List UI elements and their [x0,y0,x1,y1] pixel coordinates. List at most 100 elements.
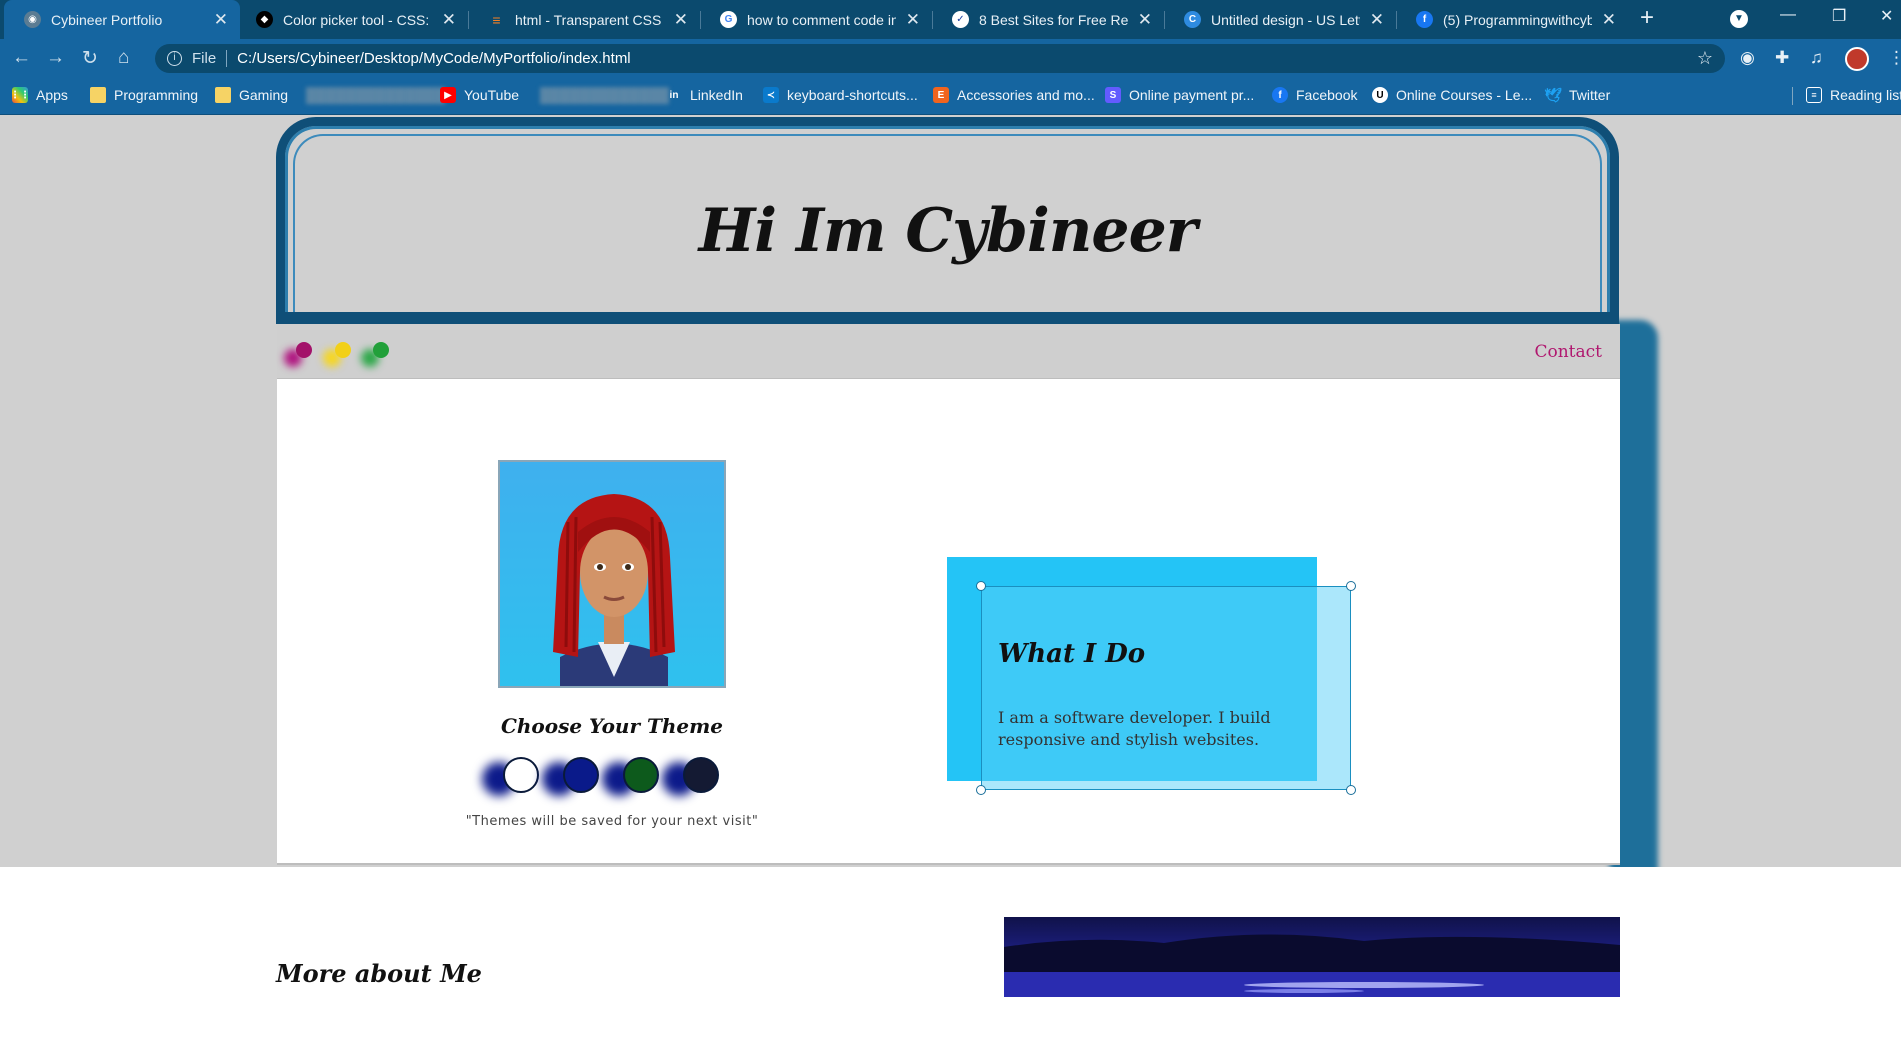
bookmark-online-courses[interactable]: U Online Courses - Le... [1372,87,1532,103]
address-url[interactable]: C:/Users/Cybineer/Desktop/MyCode/MyPortf… [237,50,630,67]
reading-list[interactable]: ≡ Reading list [1806,87,1901,103]
hero-header: Hi Im Cybineer [276,117,1619,334]
page-viewport: Hi Im Cybineer Contact Choose Your Theme… [0,115,1901,1042]
close-icon[interactable]: ✕ [442,10,456,30]
night-landscape-image [1004,917,1620,997]
vscode-icon: ≺ [763,87,779,103]
tab-title: Color picker tool - CSS: Ca [283,11,432,28]
hero-inner: Hi Im Cybineer [293,134,1602,334]
back-icon[interactable]: ← [12,47,31,69]
bookmark-apps[interactable]: ⋮⋮ Apps [10,87,68,103]
yellow-dot[interactable] [335,342,351,358]
close-icon[interactable]: ✕ [1602,10,1616,30]
tab-title: 8 Best Sites for Free Resum [979,11,1128,28]
tab-title: (5) Programmingwithcybin [1443,11,1592,28]
forward-icon[interactable]: → [46,47,65,69]
resize-handle[interactable] [1346,581,1356,591]
menu-icon[interactable]: ⋮ [1888,48,1901,68]
site-icon: ✓ [952,11,969,28]
theme-swatch-dark[interactable] [683,757,719,793]
bookmark-online-payment[interactable]: S Online payment pr... [1105,87,1254,103]
linkedin-icon: in [669,89,679,101]
folder-icon [90,87,106,103]
restore-button[interactable]: ❐ [1832,6,1846,26]
tab-transparent-css[interactable]: ≡ html - Transparent CSS bac ✕ [468,0,700,39]
puzzle-icon[interactable]: ✚ [1775,48,1789,68]
contact-link[interactable]: Contact [1534,342,1602,362]
bookmark-facebook[interactable]: f Facebook [1272,87,1357,103]
close-icon[interactable]: ✕ [906,10,920,30]
tab-title: how to comment code in c [747,11,896,28]
bookmark-gaming[interactable]: Gaming [215,87,288,103]
tab-resume-sites[interactable]: ✓ 8 Best Sites for Free Resum ✕ [932,0,1164,39]
theme-swatch-blue[interactable] [563,757,599,793]
etsy-icon: E [933,87,949,103]
facebook-icon: f [1416,11,1433,28]
bookmark-star-icon[interactable]: ☆ [1697,48,1713,69]
bookmark-keyboard-shortcuts[interactable]: ≺ keyboard-shortcuts... [763,87,918,103]
folder-icon [215,87,231,103]
address-bar[interactable]: i File C:/Users/Cybineer/Desktop/MyCode/… [155,44,1725,73]
udemy-icon: U [1372,87,1388,103]
green-dot[interactable] [373,342,389,358]
theme-note: "Themes will be saved for your next visi… [465,814,759,829]
avatar-illustration [553,494,675,686]
resize-handle[interactable] [976,785,986,795]
tab-cybineer-portfolio[interactable]: ◉ Cybineer Portfolio ✕ [4,0,240,39]
hero-bottom-bar [276,312,1619,324]
reload-icon[interactable]: ↻ [82,47,98,70]
globe-icon: ◉ [24,11,41,28]
bookmark-youtube[interactable]: ▶ YouTube [440,87,519,103]
apps-grid-icon: ⋮⋮ [10,87,30,103]
theme-heading: Choose Your Theme [500,714,724,738]
home-icon[interactable]: ⌂ [118,47,129,69]
theme-swatch-light[interactable] [503,757,539,793]
minimize-button[interactable]: — [1780,6,1796,24]
browser-toolbar: ← → ↻ ⌂ i File C:/Users/Cybineer/Desktop… [0,39,1901,78]
tab-facebook-programming[interactable]: f (5) Programmingwithcybin ✕ [1396,0,1628,39]
close-icon[interactable]: ✕ [674,10,688,30]
more-about-heading: More about Me [276,959,482,988]
stackoverflow-icon: ≡ [492,11,501,28]
bookmark-programming[interactable]: Programming [90,87,198,103]
intro-card: Choose Your Theme "Themes will be saved … [277,379,1620,865]
resize-handle[interactable] [976,581,986,591]
close-icon[interactable]: ✕ [214,10,228,30]
tab-untitled-design[interactable]: C Untitled design - US Letter ✕ [1164,0,1396,39]
tab-color-picker[interactable]: ◆ Color picker tool - CSS: Ca ✕ [236,0,468,39]
google-icon: G [720,11,737,28]
what-i-do-card[interactable]: What I Do I am a software developer. I b… [981,586,1351,790]
tab-strip: ◉ Cybineer Portfolio ✕ ◆ Color picker to… [0,0,1901,39]
hero-title: Hi Im Cybineer [698,196,1198,266]
site-navbar: Contact [277,324,1620,379]
canva-icon: C [1184,11,1201,28]
bookmark-hidden-2[interactable]: █████████████ [540,87,669,103]
landscape-illustration [1004,934,1620,997]
close-icon[interactable]: ✕ [1370,10,1384,30]
resize-handle[interactable] [1346,785,1356,795]
what-i-do-title: What I Do [998,639,1146,669]
tab-title: html - Transparent CSS bac [515,11,664,28]
theme-swatch-green[interactable] [623,757,659,793]
close-window-button[interactable]: ✕ [1880,6,1893,26]
bookmark-accessories[interactable]: E Accessories and mo... [933,87,1095,103]
info-icon[interactable]: i [167,51,182,66]
bookmark-twitter[interactable]: 🕊 Twitter [1544,86,1610,104]
tab-title: Cybineer Portfolio [51,11,163,28]
youtube-icon: ▶ [440,87,456,103]
bookmark-hidden-1[interactable]: ██████████████ [306,87,445,103]
facebook-icon: f [1272,87,1288,103]
tab-search-icon[interactable]: ▼ [1730,10,1748,28]
twitter-icon: 🕊 [1544,86,1562,103]
tab-title: Untitled design - US Letter [1211,11,1360,28]
new-tab-button[interactable]: + [1640,4,1654,32]
media-icon[interactable]: ♫ [1810,48,1823,68]
close-icon[interactable]: ✕ [1138,10,1152,30]
bookmarks-bar: ⋮⋮ Apps Programming Gaming █████████████… [0,78,1901,115]
tab-comment-code[interactable]: G how to comment code in c ✕ [700,0,932,39]
about-section: More about Me [0,867,1901,1042]
extension-icon[interactable]: ◉ [1740,48,1755,68]
bookmark-linkedin[interactable]: in LinkedIn [666,87,743,103]
magenta-dot[interactable] [296,342,312,358]
profile-avatar[interactable] [1845,47,1869,71]
